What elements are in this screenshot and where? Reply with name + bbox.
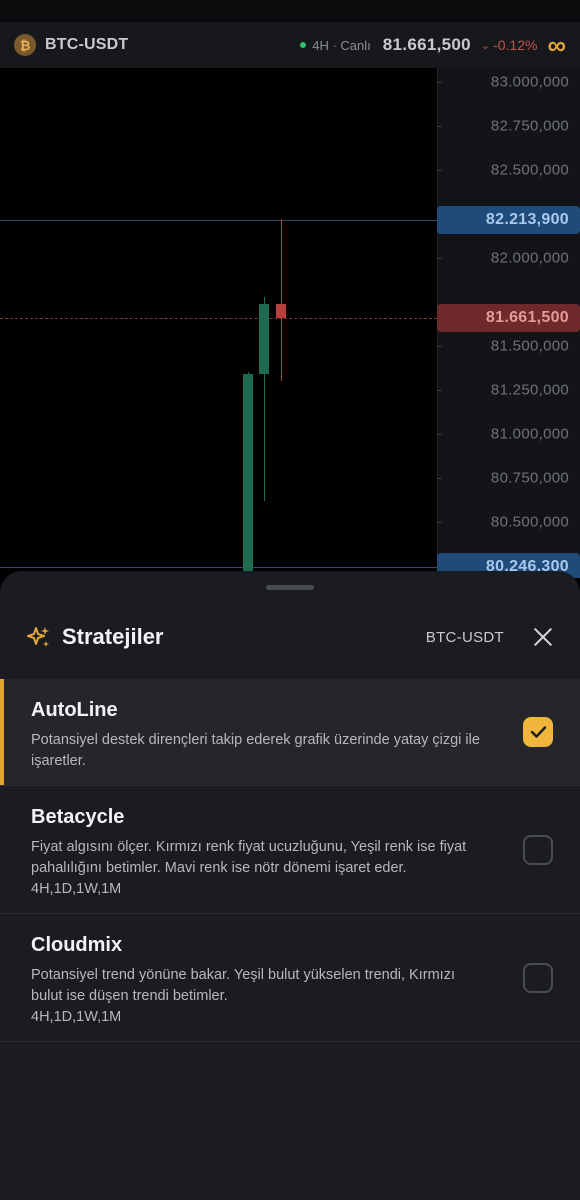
strategy-description: Potansiyel trend yönüne bakar. Yeşil bul… <box>31 967 455 1004</box>
axis-tick-label: 80.750,000 <box>490 469 569 487</box>
strategy-timeframes: 4H,1D,1W,1M <box>31 1009 122 1025</box>
candle-body[interactable] <box>276 303 286 318</box>
strategy-checkbox[interactable] <box>523 717 553 747</box>
axis-tick-mark <box>437 82 442 83</box>
strategy-name: Cloudmix <box>31 934 123 956</box>
price-chart[interactable]: 83.000,000 82.750,000 82.500,000 82.000,000… <box>0 68 580 578</box>
candle-body[interactable] <box>259 303 269 375</box>
strategy-item-cloudmix[interactable]: Cloudmix Potansiyel trend yönüne bakar. … <box>0 914 580 1042</box>
axis-tick-mark <box>437 522 442 523</box>
strategy-name: Betacycle <box>31 806 125 828</box>
axis-tick-mark <box>437 126 442 127</box>
sheet-header: Stratejiler BTC-USDT <box>0 619 580 655</box>
top-bar: ₿ BTC-USDT 4H · Canlı 81.661,500 ⌄ -0.12… <box>0 22 580 68</box>
pair-name[interactable]: BTC-USDT <box>45 36 128 54</box>
axis-tick-label: 82.750,000 <box>490 117 569 135</box>
axis-tick-label: 81.250,000 <box>490 381 569 399</box>
check-icon <box>530 726 547 738</box>
change-arrow-icon: ⌄ <box>480 39 491 52</box>
sheet-grabber[interactable] <box>266 585 314 590</box>
strategy-name: AutoLine <box>31 699 118 721</box>
current-price: 81.661,500 <box>382 35 471 54</box>
strategy-description: Fiyat algısını ölçer. Kırmızı renk fiyat… <box>31 839 467 876</box>
sheet-title: Stratejiler <box>62 624 164 649</box>
axis-tick-mark <box>437 390 442 391</box>
price-change: -0.12% <box>493 37 538 53</box>
sparkle-icon <box>27 627 49 647</box>
axis-tick-mark <box>437 258 442 259</box>
strategy-item-betacycle[interactable]: Betacycle Fiyat algısını ölçer. Kırmızı … <box>0 786 580 914</box>
strategy-checkbox[interactable] <box>523 835 553 865</box>
support-resistance-line <box>0 566 437 568</box>
strategy-description: Potansiyel destek dirençleri takip edere… <box>31 732 480 769</box>
axis-tick-label: 81.500,000 <box>490 337 569 355</box>
axis-tick-label: 82.000,000 <box>490 249 569 267</box>
candle-wick <box>281 219 282 382</box>
candle-body[interactable] <box>243 374 253 575</box>
strategy-checkbox[interactable] <box>523 963 553 993</box>
axis-tick-label: 81.000,000 <box>490 425 569 443</box>
strategies-sheet: Stratejiler BTC-USDT AutoLine Potansiyel… <box>0 571 580 1200</box>
bitcoin-icon: ₿ <box>14 34 36 56</box>
axis-tick-label: 82.500,000 <box>490 161 569 179</box>
close-icon[interactable] <box>532 626 554 648</box>
status-bar <box>0 0 580 22</box>
axis-tick-mark <box>437 434 442 435</box>
strategy-list: AutoLine Potansiyel destek dirençleri ta… <box>0 679 580 1042</box>
current-price-tag: 81.661,500 <box>437 303 580 332</box>
axis-tick-mark <box>437 170 442 171</box>
infinity-icon[interactable]: ∞ <box>547 32 566 58</box>
strategy-timeframes: 4H,1D,1W,1M <box>31 881 122 897</box>
axis-tick-mark <box>437 478 442 479</box>
level-price-tag: 82.213,900 <box>437 206 580 235</box>
sheet-pair: BTC-USDT <box>425 628 504 646</box>
current-price-line <box>0 317 437 319</box>
axis-tick-label: 80.500,000 <box>490 513 569 531</box>
axis-tick-mark <box>437 346 442 347</box>
live-indicator-dot <box>300 42 307 48</box>
timeframe-status[interactable]: 4H · Canlı <box>312 38 371 53</box>
support-resistance-line <box>0 220 437 222</box>
axis-tick-label: 83.000,000 <box>490 73 569 91</box>
strategy-item-autoline[interactable]: AutoLine Potansiyel destek dirençleri ta… <box>0 679 580 786</box>
